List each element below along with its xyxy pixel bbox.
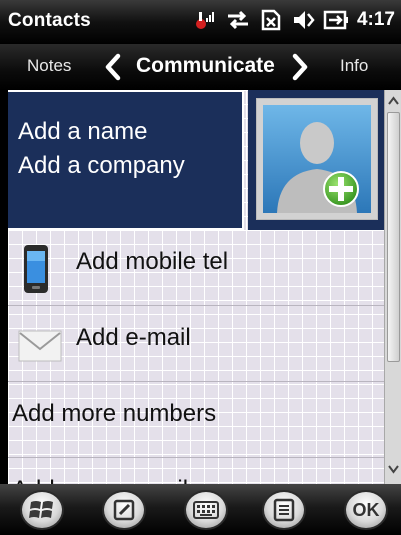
company-field[interactable]: Add a company bbox=[18, 152, 185, 180]
tab-info[interactable]: Info bbox=[340, 56, 368, 76]
softkey-bar: OK bbox=[0, 484, 401, 535]
add-photo-button[interactable] bbox=[256, 98, 378, 220]
clock[interactable]: 4:17 bbox=[357, 9, 395, 31]
mobile-phone-icon bbox=[22, 244, 50, 299]
envelope-icon bbox=[18, 330, 62, 367]
keyboard-button[interactable] bbox=[184, 490, 228, 530]
no-sim-icon[interactable] bbox=[259, 8, 283, 32]
add-mobile-label: Add mobile tel bbox=[76, 248, 229, 275]
volume-icon[interactable] bbox=[291, 8, 315, 32]
ok-label: OK bbox=[352, 499, 380, 520]
status-icons[interactable]: 4:17 bbox=[193, 8, 395, 32]
signal-icon[interactable] bbox=[193, 8, 217, 32]
list-item-more-email[interactable]: Add more e-mail bbox=[8, 458, 384, 484]
name-panel[interactable]: Add a name Add a company bbox=[8, 90, 244, 230]
data-sync-icon[interactable] bbox=[225, 8, 251, 32]
list-item-email[interactable]: Add e-mail bbox=[8, 306, 384, 382]
add-more-numbers-label: Add more numbers bbox=[12, 400, 217, 427]
photo-frame bbox=[248, 90, 384, 230]
status-bar: Contacts 4:17 bbox=[0, 0, 401, 44]
tab-communicate[interactable]: Communicate bbox=[136, 54, 275, 78]
scroll-thumb[interactable] bbox=[387, 112, 400, 362]
list-item-more-numbers[interactable]: Add more numbers bbox=[8, 382, 384, 458]
chevron-left-icon[interactable] bbox=[102, 53, 124, 86]
battery-charging-icon[interactable] bbox=[323, 8, 349, 32]
contact-form: Add a name Add a company Add mobile tel … bbox=[8, 90, 384, 484]
scroll-down-icon[interactable] bbox=[387, 462, 400, 480]
keyboard-icon bbox=[193, 501, 219, 519]
list-item-mobile[interactable]: Add mobile tel bbox=[8, 230, 384, 306]
tab-notes[interactable]: Notes bbox=[27, 56, 71, 76]
scrollbar[interactable] bbox=[384, 90, 401, 484]
menu-list-icon bbox=[273, 498, 295, 522]
scroll-up-icon[interactable] bbox=[387, 94, 400, 112]
tab-bar: Notes Communicate Info bbox=[0, 44, 401, 90]
ok-button[interactable]: OK bbox=[344, 490, 388, 530]
app-title[interactable]: Contacts bbox=[8, 10, 91, 32]
edit-button[interactable] bbox=[102, 490, 146, 530]
menu-button[interactable] bbox=[262, 490, 306, 530]
windows-logo-icon bbox=[29, 501, 53, 518]
add-contact-photo-icon bbox=[263, 105, 371, 213]
start-button[interactable] bbox=[20, 490, 64, 530]
add-email-label: Add e-mail bbox=[76, 324, 191, 351]
chevron-right-icon[interactable] bbox=[289, 53, 311, 86]
pencil-icon bbox=[113, 499, 135, 521]
name-field[interactable]: Add a name bbox=[18, 118, 147, 146]
add-more-email-label: Add more e-mail bbox=[12, 476, 188, 484]
